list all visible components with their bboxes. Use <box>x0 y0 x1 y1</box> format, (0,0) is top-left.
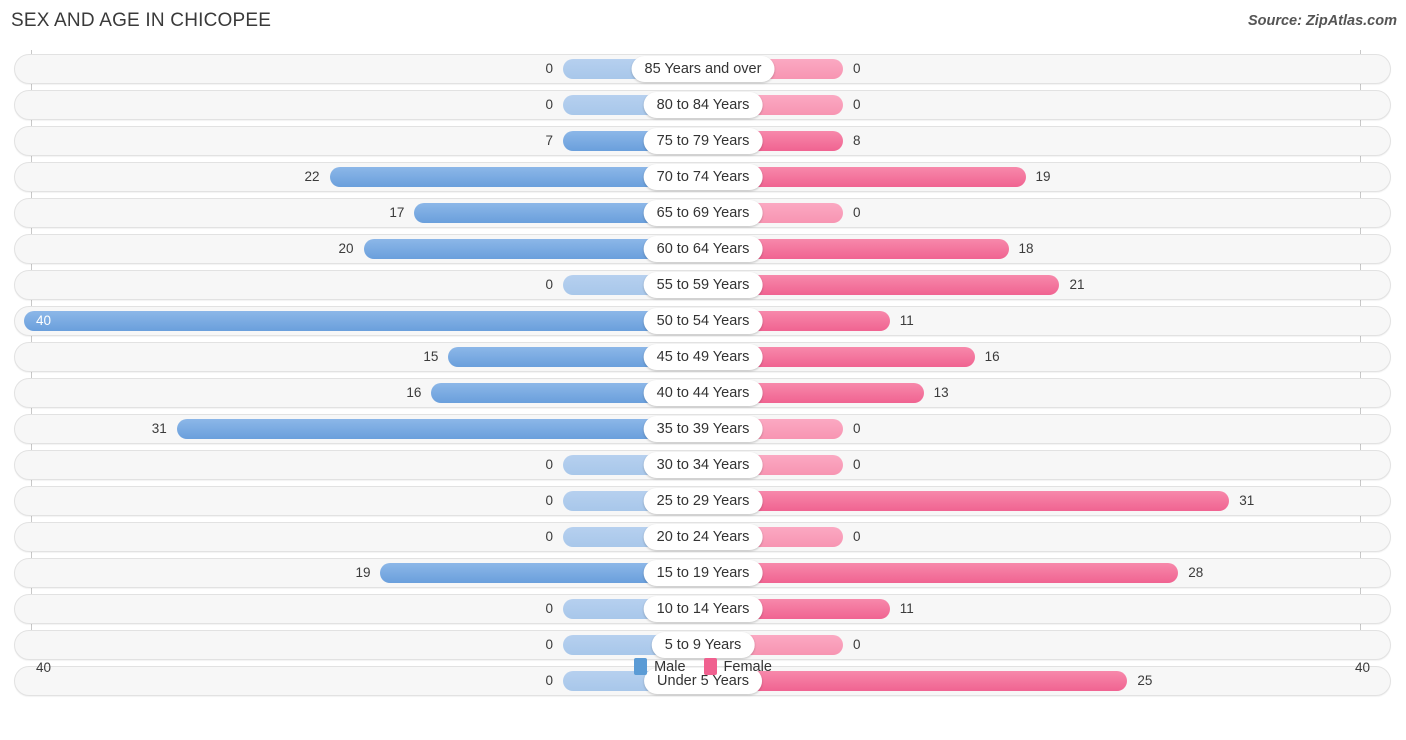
age-group-row: 19 28 15 to 19 Years <box>14 558 1391 588</box>
female-value-label: 19 <box>1035 169 1051 184</box>
female-value-label: 8 <box>853 133 861 148</box>
female-value-label: 0 <box>853 457 861 472</box>
age-group-row: 22 19 70 to 74 Years <box>14 162 1391 192</box>
page-title: SEX AND AGE IN CHICOPEE <box>11 10 272 31</box>
male-value-label: 19 <box>355 565 371 580</box>
sex-and-age-chart: SEX AND AGE IN CHICOPEE Source: ZipAtlas… <box>0 0 1406 740</box>
legend: Male Female <box>0 658 1406 675</box>
age-group-label: 10 to 14 Years <box>643 596 763 622</box>
legend-swatch-female-icon <box>703 658 717 675</box>
male-value-label: 22 <box>304 169 320 184</box>
male-value-label: 15 <box>423 349 439 364</box>
female-value-label: 11 <box>899 313 914 328</box>
female-value-label: 13 <box>933 385 949 400</box>
age-group-row: 31 0 35 to 39 Years <box>14 414 1391 444</box>
female-value-label: 18 <box>1018 241 1034 256</box>
age-group-row: 0 0 85 Years and over <box>14 54 1391 84</box>
age-group-label: 70 to 74 Years <box>643 164 763 190</box>
age-group-row: 0 0 80 to 84 Years <box>14 90 1391 120</box>
female-value-label: 21 <box>1069 277 1085 292</box>
female-value-label: 31 <box>1239 493 1255 508</box>
legend-label-female: Female <box>723 658 772 675</box>
male-value-label: 0 <box>545 277 553 292</box>
age-group-row: 15 16 45 to 49 Years <box>14 342 1391 372</box>
age-group-label: 20 to 24 Years <box>643 524 763 550</box>
age-group-row: 16 13 40 to 44 Years <box>14 378 1391 408</box>
age-group-label: 65 to 69 Years <box>643 200 763 226</box>
age-group-row: 7 8 75 to 79 Years <box>14 126 1391 156</box>
age-group-row: 0 0 20 to 24 Years <box>14 522 1391 552</box>
age-group-label: 5 to 9 Years <box>651 632 755 658</box>
age-group-label: 75 to 79 Years <box>643 128 763 154</box>
female-bar[interactable] <box>703 491 1230 511</box>
age-group-label: 15 to 19 Years <box>643 560 763 586</box>
female-value-label: 0 <box>853 97 861 112</box>
age-group-row: 17 0 65 to 69 Years <box>14 198 1391 228</box>
male-bar[interactable] <box>24 311 703 331</box>
legend-item-male[interactable]: Male <box>634 658 686 675</box>
female-value-label: 0 <box>853 421 861 436</box>
age-group-label: 55 to 59 Years <box>643 272 763 298</box>
age-group-label: 85 Years and over <box>631 56 775 82</box>
male-value-label: 0 <box>545 97 553 112</box>
legend-item-female[interactable]: Female <box>703 658 772 675</box>
female-value-label: 0 <box>853 61 861 76</box>
age-group-row: 20 18 60 to 64 Years <box>14 234 1391 264</box>
age-group-row: 0 21 55 to 59 Years <box>14 270 1391 300</box>
age-group-label: 40 to 44 Years <box>643 380 763 406</box>
male-value-label: 0 <box>545 493 553 508</box>
male-value-label: 17 <box>389 205 405 220</box>
male-value-label: 7 <box>545 133 553 148</box>
age-group-label: 45 to 49 Years <box>643 344 763 370</box>
male-value-label: 31 <box>151 421 167 436</box>
plot-area: 0 0 85 Years and over 0 0 80 to 84 Years 7 8 75 … <box>0 50 1406 705</box>
age-group-label: 80 to 84 Years <box>643 92 763 118</box>
male-value-label: 0 <box>545 529 553 544</box>
female-value-label: 28 <box>1188 565 1204 580</box>
male-bar[interactable] <box>176 419 703 439</box>
male-value-label: 0 <box>545 601 553 616</box>
source-attribution: Source: ZipAtlas.com <box>1247 13 1397 29</box>
age-group-row: 0 11 10 to 14 Years <box>14 594 1391 624</box>
female-value-label: 0 <box>853 637 861 652</box>
age-group-row: 0 31 25 to 29 Years <box>14 486 1391 516</box>
male-value-label: 20 <box>338 241 354 256</box>
legend-label-male: Male <box>654 658 686 675</box>
female-value-label: 0 <box>853 529 861 544</box>
male-value-label: 0 <box>545 61 553 76</box>
age-group-label: 30 to 34 Years <box>643 452 763 478</box>
male-value-label: 40 <box>36 313 52 328</box>
legend-swatch-male-icon <box>634 658 648 675</box>
female-bar[interactable] <box>703 563 1179 583</box>
age-group-label: 50 to 54 Years <box>643 308 763 334</box>
age-group-label: 35 to 39 Years <box>643 416 763 442</box>
age-group-row: 0 0 30 to 34 Years <box>14 450 1391 480</box>
female-value-label: 16 <box>984 349 1000 364</box>
male-value-label: 0 <box>545 457 553 472</box>
female-value-label: 0 <box>853 205 861 220</box>
age-group-row: 0 0 5 to 9 Years <box>14 630 1391 660</box>
age-group-label: 60 to 64 Years <box>643 236 763 262</box>
age-group-label: 25 to 29 Years <box>643 488 763 514</box>
male-value-label: 0 <box>545 637 553 652</box>
male-value-label: 16 <box>406 385 422 400</box>
female-value-label: 11 <box>899 601 914 616</box>
age-group-row: 40 11 50 to 54 Years <box>14 306 1391 336</box>
